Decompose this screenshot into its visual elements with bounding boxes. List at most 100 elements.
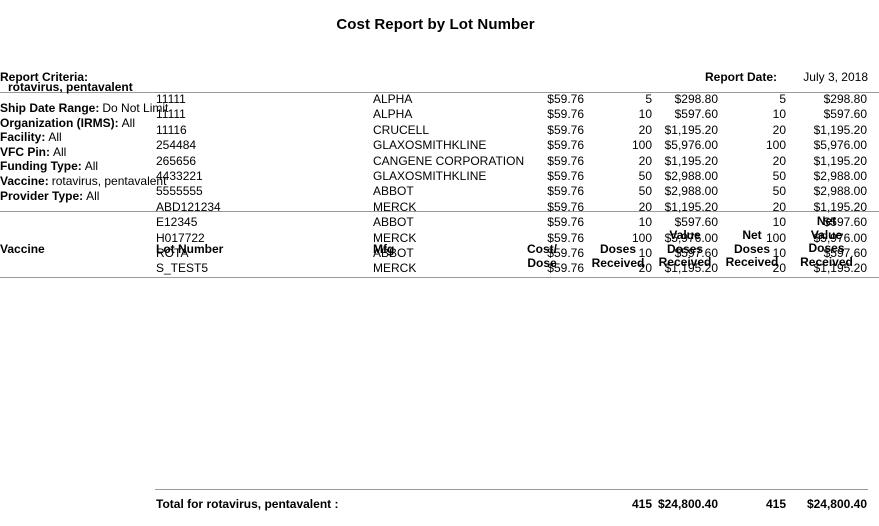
cell-cost-dose: $59.76 <box>547 184 584 199</box>
table-row: 5555555 ABBOT $59.76 50 $2,988.00 50 $2,988.00 <box>0 184 879 199</box>
cell-net-value-doses-received: $2,988.00 <box>813 168 867 183</box>
cell-doses-received: 50 <box>638 168 652 183</box>
table-row: H017722 MERCK $59.76 100 $5,976.00 100 $5,976.… <box>0 231 879 246</box>
cell-value-doses-received: $2,988.00 <box>664 168 718 183</box>
cell-net-doses-received: 100 <box>765 138 786 153</box>
cell-mfg: CRUCELL <box>373 122 430 137</box>
cell-net-value-doses-received: $1,195.20 <box>813 153 867 168</box>
cell-value-doses-received: $1,195.20 <box>664 199 718 214</box>
table-row: 265656 CANGENE CORPORATION $59.76 20 $1,195.… <box>0 154 879 169</box>
cell-lot-number: 5555555 <box>156 184 203 199</box>
cell-mfg: ABBOT <box>373 184 414 199</box>
cell-cost-dose: $59.76 <box>547 215 584 230</box>
cell-doses-received: 20 <box>638 199 652 214</box>
report-page: Cost Report by Lot Number Report Criteri… <box>0 0 879 526</box>
cell-doses-received: 20 <box>638 153 652 168</box>
cell-lot-number: H017722 <box>156 230 205 245</box>
cell-value-doses-received: $597.60 <box>674 107 718 122</box>
cell-doses-received: 100 <box>631 138 652 153</box>
cell-net-doses-received: 5 <box>779 92 786 106</box>
cell-value-doses-received: $1,195.20 <box>664 122 718 137</box>
cell-net-value-doses-received: $1,195.20 <box>813 122 867 137</box>
cell-net-value-doses-received: $298.80 <box>823 92 867 106</box>
total-net-doses: 415 <box>765 497 786 511</box>
cell-cost-dose: $59.76 <box>547 153 584 168</box>
cell-net-value-doses-received: $597.60 <box>823 107 867 122</box>
cell-lot-number: 11111 <box>156 107 186 122</box>
total-label: Total for rotavirus, pentavalent : <box>156 497 339 511</box>
cell-lot-number: 11116 <box>156 122 187 137</box>
table-row: 11111 ALPHA $59.76 10 $597.60 10 $597.60 <box>0 107 879 122</box>
cell-lot-number: 265656 <box>156 153 197 168</box>
table-row: 11116 CRUCELL $59.76 20 $1,195.20 20 $1,195.20 <box>0 123 879 138</box>
cell-lot-number: S_TEST5 <box>156 261 209 276</box>
cell-mfg: MERCK <box>373 261 417 276</box>
cell-net-value-doses-received: $597.60 <box>823 245 867 260</box>
cell-mfg: ABBOT <box>373 245 414 260</box>
cell-doses-received: 5 <box>645 92 652 106</box>
cell-cost-dose: $59.76 <box>547 107 584 122</box>
table-total-row: Total for rotavirus, pentavalent : 415 $… <box>0 497 879 513</box>
divider-above-total-row <box>155 489 868 490</box>
cell-mfg: GLAXOSMITHKLINE <box>373 138 487 153</box>
cell-net-value-doses-received: $5,976.00 <box>813 230 867 245</box>
cell-doses-received: 100 <box>631 230 652 245</box>
cell-cost-dose: $59.76 <box>547 168 584 183</box>
cell-cost-dose: $59.76 <box>547 245 584 260</box>
table-row: 4433221 GLAXOSMITHKLINE $59.76 50 $2,988.00 5… <box>0 169 879 184</box>
cell-mfg: ALPHA <box>373 107 413 122</box>
cell-value-doses-received: $5,976.00 <box>664 138 718 153</box>
report-date-label: Report Date: <box>704 70 777 84</box>
page-title: Cost Report by Lot Number <box>336 16 535 33</box>
cell-lot-number: ABD121234 <box>156 199 221 214</box>
cell-doses-received: 20 <box>638 261 652 276</box>
cell-value-doses-received: $1,195.20 <box>664 153 718 168</box>
cell-value-doses-received: $5,976.00 <box>664 230 718 245</box>
cell-mfg: ALPHA <box>373 92 413 106</box>
cell-mfg: MERCK <box>373 199 417 214</box>
cell-net-value-doses-received: $5,976.00 <box>813 138 867 153</box>
cell-cost-dose: $59.76 <box>547 92 584 106</box>
cell-doses-received: 50 <box>638 184 652 199</box>
cell-mfg: GLAXOSMITHKLINE <box>373 168 487 183</box>
cell-lot-number: 11111 <box>156 92 186 106</box>
cell-net-doses-received: 50 <box>772 184 786 199</box>
cell-value-doses-received: $1,195.20 <box>664 261 718 276</box>
table-row: E12345 ABBOT $59.76 10 $597.60 10 $597.60 <box>0 215 879 230</box>
cell-net-value-doses-received: $1,195.20 <box>813 199 867 214</box>
total-value: $24,800.40 <box>657 497 718 511</box>
cell-lot-number: 254484 <box>156 138 197 153</box>
cell-doses-received: 10 <box>638 215 652 230</box>
cell-net-value-doses-received: $1,195.20 <box>813 261 867 276</box>
table-body: 11111 ALPHA $59.76 5 $298.80 5 $298.80 11111 ALP… <box>0 92 879 277</box>
table-row: ABD121234 MERCK $59.76 20 $1,195.20 20 $1,195.… <box>0 200 879 215</box>
table-row: S_TEST5 MERCK $59.76 20 $1,195.20 20 $1,195.20 <box>0 261 879 276</box>
cell-value-doses-received: $597.60 <box>674 245 718 260</box>
cell-net-doses-received: 20 <box>772 153 786 168</box>
cell-net-value-doses-received: $597.60 <box>823 215 867 230</box>
cell-lot-number: E12345 <box>156 215 198 230</box>
report-date-value: July 3, 2018 <box>803 70 868 84</box>
cell-mfg: ABBOT <box>373 215 414 230</box>
cell-cost-dose: $59.76 <box>547 230 584 245</box>
cell-net-doses-received: 10 <box>772 215 786 230</box>
cell-mfg: MERCK <box>373 230 417 245</box>
cell-value-doses-received: $298.80 <box>674 92 718 106</box>
table-row: ROTA ABBOT $59.76 10 $597.60 10 $597.60 <box>0 246 879 261</box>
table-row: 11111 ALPHA $59.76 5 $298.80 5 $298.80 <box>0 92 879 107</box>
divider-under-table-header <box>0 277 879 278</box>
cell-cost-dose: $59.76 <box>547 261 584 276</box>
cell-net-doses-received: 20 <box>772 261 786 276</box>
cell-lot-number: ROTA <box>156 245 189 260</box>
table-row: 254484 GLAXOSMITHKLINE $59.76 100 $5,976.00 1… <box>0 138 879 153</box>
cell-net-value-doses-received: $2,988.00 <box>813 184 867 199</box>
cell-lot-number: 4433221 <box>156 168 203 183</box>
cell-value-doses-received: $597.60 <box>674 215 718 230</box>
cell-value-doses-received: $2,988.00 <box>664 184 718 199</box>
total-net-value: $24,800.40 <box>806 497 867 511</box>
cell-net-doses-received: 10 <box>772 245 786 260</box>
cell-net-doses-received: 50 <box>772 168 786 183</box>
cell-cost-dose: $59.76 <box>547 122 584 137</box>
cell-net-doses-received: 100 <box>765 230 786 245</box>
cell-doses-received: 10 <box>638 245 652 260</box>
